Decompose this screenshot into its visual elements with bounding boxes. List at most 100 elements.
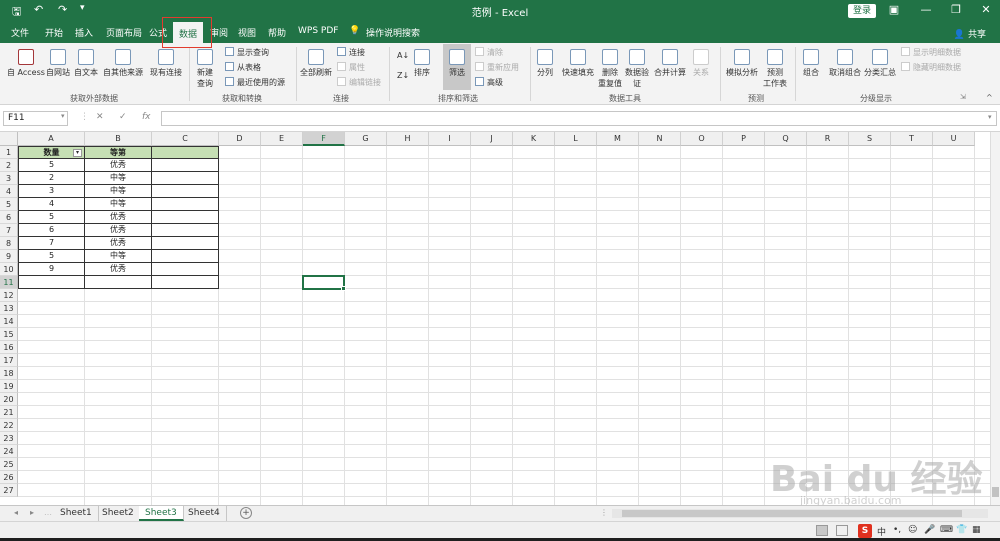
row-header-24[interactable]: 24 [0, 445, 18, 458]
column-header-g[interactable]: G [345, 132, 387, 146]
column-header-u[interactable]: U [933, 132, 975, 146]
table-cell[interactable]: 5 [18, 159, 85, 172]
table-cell[interactable] [152, 159, 219, 172]
table-header-cell[interactable]: 数量 ▾ [18, 146, 85, 159]
from-text-button[interactable]: 自文本 [74, 49, 98, 78]
new-query-button[interactable]: 新建 查询 [197, 49, 213, 89]
from-table-button[interactable]: 从表格 [225, 62, 261, 73]
table-cell[interactable] [152, 211, 219, 224]
column-header-a[interactable]: A [18, 132, 85, 146]
row-header-19[interactable]: 19 [0, 380, 18, 393]
row-header-22[interactable]: 22 [0, 419, 18, 432]
from-other-sources-button[interactable]: 自其他来源 [103, 49, 143, 78]
group-button[interactable]: 组合 [803, 49, 819, 78]
row-header-27[interactable]: 27 [0, 484, 18, 497]
show-detail-button[interactable]: 显示明细数据 [901, 47, 961, 58]
column-header-o[interactable]: O [681, 132, 723, 146]
sort-button[interactable]: 排序 [414, 49, 430, 78]
tab-formulas[interactable]: 公式 [149, 26, 167, 39]
column-header-f[interactable]: F [303, 132, 345, 146]
sort-ascending-icon[interactable]: A↓ [397, 51, 409, 60]
ime-keyboard-icon[interactable]: ⌨ [940, 525, 953, 535]
row-header-15[interactable]: 15 [0, 328, 18, 341]
table-cell[interactable] [152, 198, 219, 211]
column-header-k[interactable]: K [513, 132, 555, 146]
reapply-button[interactable]: 重新应用 [475, 62, 519, 73]
table-cell[interactable]: 2 [18, 172, 85, 185]
table-cell[interactable]: 中等 [85, 185, 152, 198]
data-validation-button[interactable]: 数据验证 [625, 49, 649, 89]
tab-help[interactable]: 帮助 [268, 26, 286, 39]
flash-fill-button[interactable]: 快速填充 [562, 49, 594, 78]
tab-page-layout[interactable]: 页面布局 [106, 26, 142, 39]
vertical-scroll-thumb[interactable] [992, 487, 999, 497]
row-header-13[interactable]: 13 [0, 302, 18, 315]
horizontal-scrollbar[interactable] [612, 509, 988, 518]
column-header-t[interactable]: T [891, 132, 933, 146]
table-cell[interactable]: 中等 [85, 172, 152, 185]
ime-mode-label[interactable]: 中 [877, 525, 886, 538]
text-to-columns-button[interactable]: 分列 [537, 49, 553, 78]
column-header-n[interactable]: N [639, 132, 681, 146]
row-header-8[interactable]: 8 [0, 237, 18, 250]
row-header-16[interactable]: 16 [0, 341, 18, 354]
table-cell[interactable]: 6 [18, 224, 85, 237]
row-header-4[interactable]: 4 [0, 185, 18, 198]
what-if-analysis-button[interactable]: 模拟分析 [726, 49, 758, 78]
sheet-tab-sheet1[interactable]: Sheet1 [54, 506, 99, 521]
normal-view-icon[interactable] [816, 525, 828, 536]
column-header-s[interactable]: S [849, 132, 891, 146]
column-header-m[interactable]: M [597, 132, 639, 146]
row-header-9[interactable]: 9 [0, 250, 18, 263]
tab-file[interactable]: 文件 [11, 26, 29, 39]
recent-sources-button[interactable]: 最近使用的源 [225, 77, 285, 88]
edit-links-button[interactable]: 编辑链接 [337, 77, 381, 88]
close-icon[interactable]: ✕ [976, 3, 996, 16]
column-header-p[interactable]: P [723, 132, 765, 146]
row-header-7[interactable]: 7 [0, 224, 18, 237]
select-all-corner[interactable] [0, 132, 18, 146]
collapse-ribbon-icon[interactable]: ^ [986, 93, 993, 102]
row-header-20[interactable]: 20 [0, 393, 18, 406]
row-header-17[interactable]: 17 [0, 354, 18, 367]
properties-button[interactable]: 属性 [337, 62, 365, 73]
table-cell[interactable]: 优秀 [85, 237, 152, 250]
cancel-entry-icon[interactable]: ✕ [96, 112, 104, 122]
column-header-c[interactable]: C [152, 132, 219, 146]
table-cell[interactable]: 4 [18, 198, 85, 211]
minimize-icon[interactable]: — [916, 3, 936, 16]
insert-function-icon[interactable]: fx [142, 112, 151, 122]
row-header-25[interactable]: 25 [0, 458, 18, 471]
table-header-cell[interactable] [152, 146, 219, 159]
expand-formula-bar-icon[interactable]: ▾ [988, 113, 992, 121]
vertical-scrollbar[interactable] [990, 132, 1000, 505]
ime-emoji-icon[interactable]: ☺ [908, 525, 917, 535]
ribbon-display-icon[interactable]: ▣ [884, 3, 904, 16]
column-header-r[interactable]: R [807, 132, 849, 146]
ime-voice-icon[interactable]: 🎤 [924, 525, 935, 535]
tab-wps-pdf[interactable]: WPS PDF [298, 26, 338, 36]
column-header-b[interactable]: B [85, 132, 152, 146]
table-cell[interactable] [152, 237, 219, 250]
table-cell[interactable] [152, 263, 219, 276]
table-cell[interactable] [152, 276, 219, 289]
ime-skin-icon[interactable]: 👕 [956, 525, 967, 535]
tab-home[interactable]: 开始 [45, 26, 63, 39]
row-header-21[interactable]: 21 [0, 406, 18, 419]
existing-connections-button[interactable]: 现有连接 [150, 49, 182, 78]
tab-split-handle-icon[interactable]: ⋮ [600, 508, 608, 517]
relationships-button[interactable]: 关系 [693, 49, 709, 78]
table-cell[interactable]: 优秀 [85, 159, 152, 172]
remove-duplicates-button[interactable]: 删除 重复值 [598, 49, 622, 89]
tell-me-search[interactable]: 操作说明搜索 [366, 26, 420, 39]
connections-button[interactable]: 连接 [337, 47, 365, 58]
row-header-5[interactable]: 5 [0, 198, 18, 211]
row-header-6[interactable]: 6 [0, 211, 18, 224]
row-header-14[interactable]: 14 [0, 315, 18, 328]
sheet-tab-sheet4[interactable]: Sheet4 [182, 506, 227, 521]
table-cell[interactable] [152, 172, 219, 185]
ime-tools-icon[interactable]: ▦ [972, 525, 981, 535]
scroll-sheets-left-icon[interactable]: ◂ [14, 508, 18, 517]
table-cell[interactable]: 3 [18, 185, 85, 198]
table-cell[interactable]: 5 [18, 250, 85, 263]
